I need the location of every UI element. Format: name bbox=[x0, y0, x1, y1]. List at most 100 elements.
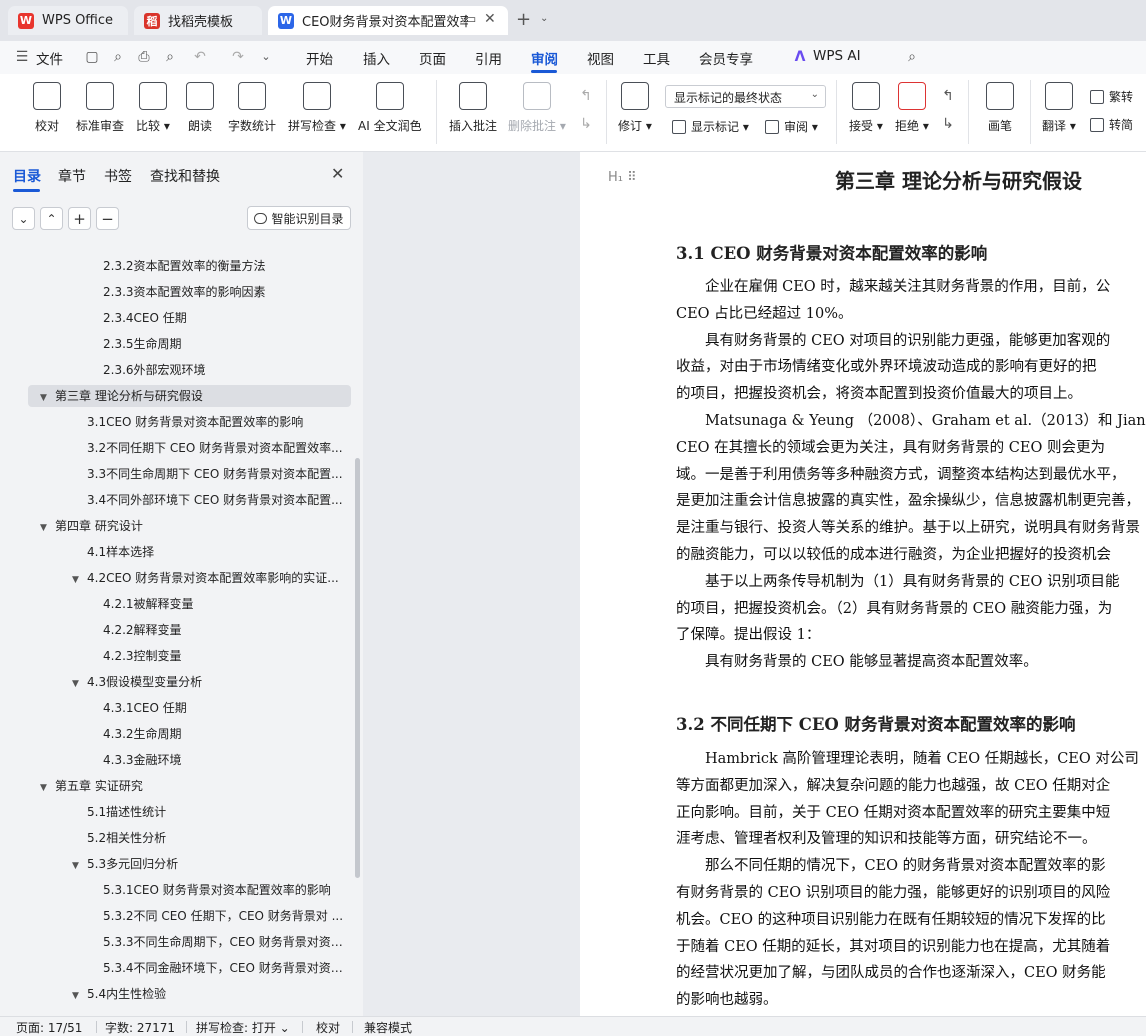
menu-tools[interactable]: 工具 bbox=[643, 48, 670, 68]
page-indicator[interactable]: 页面: 17/51 bbox=[16, 1019, 82, 1036]
search-icon[interactable]: ⌕ bbox=[904, 49, 920, 65]
expand-level-button[interactable]: ⌃ bbox=[40, 207, 63, 230]
close-tab-icon[interactable]: ✕ bbox=[484, 11, 496, 27]
menu-member[interactable]: 会员专享 bbox=[699, 48, 753, 68]
collapse-level-button[interactable]: ⌄ bbox=[12, 207, 35, 230]
menu-references[interactable]: 引用 bbox=[475, 48, 502, 68]
heading-handle-icon[interactable]: H₁ ⠿ bbox=[608, 170, 637, 185]
tab-current-document[interactable]: W CEO财务背景对资本配置效率 ▭ ✕ bbox=[268, 6, 508, 35]
toc-item[interactable]: ▼ 5.4内生性检验 bbox=[72, 983, 344, 1005]
tab-wps-office[interactable]: W WPS Office bbox=[8, 6, 128, 35]
to-traditional-button[interactable]: 繁转 bbox=[1090, 88, 1133, 105]
toc-item[interactable]: ▼ 4.2CEO 财务背景对资本配置效率影响的实证... bbox=[72, 567, 344, 589]
smart-toc-button[interactable]: 智能识别目录 bbox=[247, 206, 351, 230]
toc-item[interactable]: 2.3.5生命周期 bbox=[103, 333, 344, 355]
undo-icon[interactable]: ↶ bbox=[192, 49, 208, 65]
menu-home[interactable]: 开始 bbox=[306, 48, 333, 68]
compare-button[interactable]: 比较 ▾ bbox=[136, 82, 170, 134]
track-changes-button[interactable]: 修订 ▾ bbox=[618, 82, 652, 134]
toc-item[interactable]: 4.2.1被解释变量 bbox=[103, 593, 344, 615]
expand-arrow-icon[interactable]: ▼ bbox=[40, 777, 52, 797]
toc-item[interactable]: 4.2.3控制变量 bbox=[103, 645, 344, 667]
word-count-button[interactable]: 字数统计 bbox=[228, 82, 276, 134]
expand-arrow-icon[interactable]: ▼ bbox=[72, 985, 84, 1005]
toc-item[interactable]: 4.2.2解释变量 bbox=[103, 619, 344, 641]
toc-item[interactable]: ▼ 第五章 实证研究 bbox=[40, 775, 344, 797]
print-icon[interactable]: ⎙ bbox=[136, 49, 152, 65]
read-aloud-button[interactable]: 朗读 bbox=[186, 82, 214, 134]
nav-tab-sections[interactable]: 章节 bbox=[58, 166, 86, 186]
show-markup-button[interactable]: 显示标记 ▾ bbox=[672, 118, 749, 135]
accept-button[interactable]: 接受 ▾ bbox=[849, 82, 883, 134]
new-tab-icon[interactable]: + bbox=[516, 9, 531, 30]
toc-item[interactable]: 5.3.2不同 CEO 任期下，CEO 财务背景对 ... bbox=[103, 905, 344, 927]
proofread-button[interactable]: 校对 bbox=[33, 82, 61, 134]
ai-polish-button[interactable]: AI 全文润色 bbox=[358, 82, 422, 134]
tab-docer-template[interactable]: 稻 找稻壳模板 bbox=[134, 6, 262, 35]
proofread-status[interactable]: 校对 bbox=[316, 1019, 340, 1036]
spell-check-button[interactable]: 拼写检查 ▾ bbox=[288, 82, 346, 134]
format-painter-icon[interactable]: ⌕ bbox=[110, 49, 126, 65]
next-comment-icon[interactable]: ↳ bbox=[578, 116, 594, 132]
toc-item[interactable]: 4.3.1CEO 任期 bbox=[103, 697, 344, 719]
toc-item[interactable]: 3.1CEO 财务背景对资本配置效率的影响 bbox=[87, 411, 344, 433]
expand-arrow-icon[interactable]: ▼ bbox=[72, 855, 84, 875]
toc-item[interactable]: 4.1样本选择 bbox=[87, 541, 344, 563]
toc-item[interactable]: 3.3不同生命周期下 CEO 财务背景对资本配置... bbox=[87, 463, 344, 485]
redo-icon[interactable]: ↷ bbox=[230, 49, 246, 65]
toc-item[interactable]: 3.2不同任期下 CEO 财务背景对资本配置效率... bbox=[87, 437, 344, 459]
to-simplified-button[interactable]: 转简 bbox=[1090, 116, 1133, 133]
next-change-icon[interactable]: ↳ bbox=[940, 116, 956, 132]
toc-item[interactable]: ▼ 第三章 理论分析与研究假设 bbox=[28, 385, 351, 407]
toc-item[interactable]: ▼ 4.3假设模型变量分析 bbox=[72, 671, 344, 693]
toc-item[interactable]: 4.3.2生命周期 bbox=[103, 723, 344, 745]
menu-review[interactable]: 审阅 bbox=[531, 48, 558, 68]
toc-item[interactable]: ▼ 第四章 研究设计 bbox=[40, 515, 344, 537]
expand-arrow-icon[interactable]: ▼ bbox=[40, 387, 52, 407]
toc-item[interactable]: 4.3.3金融环境 bbox=[103, 749, 344, 771]
pen-button[interactable]: 画笔 bbox=[986, 82, 1014, 134]
markup-display-select[interactable]: 显示标记的最终状态 ⌄ bbox=[665, 85, 826, 108]
reject-button[interactable]: 拒绝 ▾ bbox=[895, 82, 929, 134]
expand-arrow-icon[interactable]: ▼ bbox=[72, 673, 84, 693]
delete-comment-button[interactable]: 删除批注 ▾ bbox=[508, 82, 566, 134]
translate-button[interactable]: 翻译 ▾ bbox=[1042, 82, 1076, 134]
toc-item[interactable]: 2.3.3资本配置效率的影响因素 bbox=[103, 281, 344, 303]
toc-item[interactable]: 2.3.4CEO 任期 bbox=[103, 307, 344, 329]
document-page[interactable]: H₁ ⠿ 第三章 理论分析与研究假设 3.1 CEO 财务背景对资本配置效率的影… bbox=[580, 152, 1146, 1016]
toc-item[interactable]: 5.3.1CEO 财务背景对资本配置效率的影响 bbox=[103, 879, 344, 901]
nav-scrollbar[interactable] bbox=[355, 458, 360, 878]
menu-insert[interactable]: 插入 bbox=[363, 48, 390, 68]
add-heading-button[interactable]: + bbox=[68, 207, 91, 230]
menu-view[interactable]: 视图 bbox=[587, 48, 614, 68]
more-chevron-icon[interactable]: ⌄ bbox=[258, 49, 274, 65]
file-menu[interactable]: 文件 bbox=[36, 48, 63, 68]
spell-check-status[interactable]: 拼写检查: 打开 ⌄ bbox=[196, 1019, 290, 1036]
hamburger-menu-icon[interactable]: ☰ bbox=[14, 49, 30, 65]
review-pane-button[interactable]: 审阅 ▾ bbox=[765, 118, 818, 135]
toc-item[interactable]: 2.3.6外部宏观环境 bbox=[103, 359, 344, 381]
close-icon[interactable]: ✕ bbox=[331, 164, 344, 183]
toc-item[interactable]: 5.3.4不同金融环境下，CEO 财务背景对资 ... bbox=[103, 957, 344, 979]
toc-item[interactable]: 2.3.2资本配置效率的衡量方法 bbox=[103, 255, 344, 277]
save-icon[interactable]: ▢ bbox=[84, 49, 100, 65]
nav-tab-bookmarks[interactable]: 书签 bbox=[104, 166, 132, 186]
prev-comment-icon[interactable]: ↰ bbox=[578, 88, 594, 104]
print-preview-icon[interactable]: ⌕ bbox=[162, 49, 178, 65]
menu-wps-ai[interactable]: WPS AI bbox=[813, 48, 861, 64]
menu-page[interactable]: 页面 bbox=[419, 48, 446, 68]
toc-item[interactable]: ▼ 5.3多元回归分析 bbox=[72, 853, 344, 875]
toc-item[interactable]: 5.3.3不同生命周期下，CEO 财务背景对资 ... bbox=[103, 931, 344, 953]
toc-item[interactable]: 5.2相关性分析 bbox=[87, 827, 344, 849]
nav-tab-find-replace[interactable]: 查找和替换 bbox=[150, 166, 220, 186]
nav-tab-toc[interactable]: 目录 bbox=[13, 166, 41, 186]
monitor-icon[interactable]: ▭ bbox=[464, 12, 476, 27]
standard-review-button[interactable]: 标准审查 bbox=[76, 82, 124, 134]
expand-arrow-icon[interactable]: ▼ bbox=[40, 517, 52, 537]
word-count-indicator[interactable]: 字数: 27171 bbox=[105, 1019, 175, 1036]
chevron-down-icon[interactable]: ⌄ bbox=[540, 13, 548, 24]
insert-comment-button[interactable]: 插入批注 bbox=[449, 82, 497, 134]
toc-item[interactable]: 5.1描述性统计 bbox=[87, 801, 344, 823]
prev-change-icon[interactable]: ↰ bbox=[940, 88, 956, 104]
expand-arrow-icon[interactable]: ▼ bbox=[72, 569, 84, 589]
